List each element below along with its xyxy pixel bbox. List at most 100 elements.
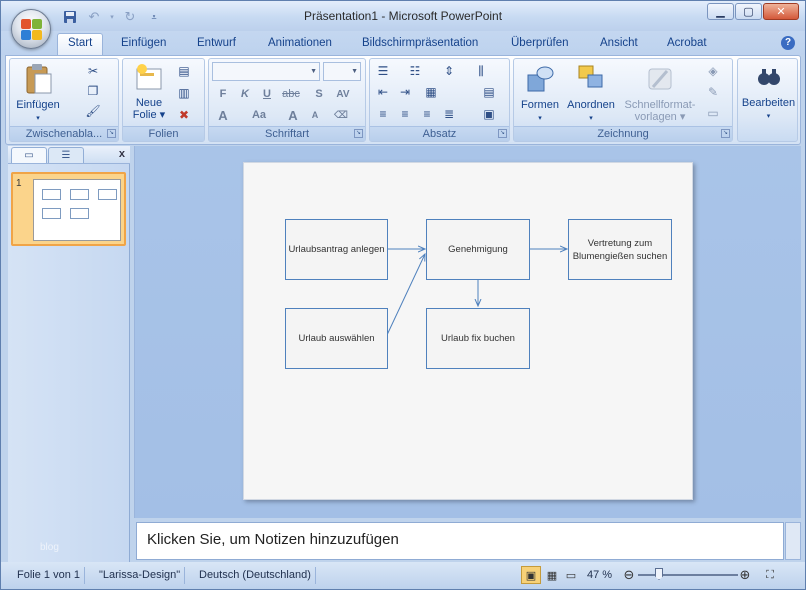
box-urlaub-buchen[interactable]: Urlaub fix buchen <box>426 308 530 369</box>
binoculars-icon <box>754 63 784 93</box>
tab-bildschirmpraesentation[interactable]: Bildschirmpräsentation <box>362 37 478 49</box>
change-case-button[interactable]: Aa <box>249 106 269 124</box>
shrink-font-button[interactable]: A <box>305 106 325 124</box>
tab-slides[interactable]: ▭ <box>11 147 47 163</box>
ribbon: Einfügen ▾ ✂ ❐ 🖌 Zwischenabla... ↘ Neue … <box>5 55 801 145</box>
align-text-icon[interactable]: ▤ <box>480 84 498 100</box>
shape-outline-icon[interactable]: ✎ <box>704 84 722 100</box>
zoom-level[interactable]: 47 % <box>583 567 616 584</box>
delete-slide-icon[interactable]: ✖ <box>175 107 193 123</box>
editing-button[interactable]: Bearbeiten ▾ <box>740 63 797 123</box>
office-button[interactable] <box>11 9 51 49</box>
font-launcher-icon[interactable]: ↘ <box>354 129 363 138</box>
tab-ansicht[interactable]: Ansicht <box>600 37 638 49</box>
tab-einfuegen[interactable]: Einfügen <box>121 37 166 49</box>
maximize-button[interactable]: ▢ <box>735 3 762 20</box>
slide-thumbnail[interactable] <box>33 179 121 241</box>
zoom-slider[interactable] <box>638 574 738 576</box>
box-genehmigung[interactable]: Genehmigung <box>426 219 530 280</box>
character-spacing-button[interactable]: AV <box>333 85 353 103</box>
grow-font-button[interactable]: A <box>283 106 303 124</box>
arrow-choose-to-approval <box>386 254 425 336</box>
align-right-icon[interactable]: ≡ <box>418 106 436 122</box>
close-button[interactable]: ✕ <box>763 3 799 20</box>
align-center-icon[interactable]: ≡ <box>396 106 414 122</box>
layout-icon[interactable]: ▤ <box>175 63 193 79</box>
vertical-scrollbar[interactable] <box>785 522 801 560</box>
paste-label: Einfügen <box>16 99 60 111</box>
zoom-out-icon[interactable]: ⊖ <box>619 566 639 584</box>
ribbon-tab-row: Start Einfügen Entwurf Animationen Bilds… <box>1 31 805 55</box>
slide-canvas[interactable]: Urlaubsantrag anlegen Genehmigung Vertre… <box>243 162 693 500</box>
window-controls: ▁ ▢ ✕ <box>707 3 799 20</box>
shape-effects-icon[interactable]: ▭ <box>704 105 722 121</box>
theme-name[interactable]: "Larissa-Design" <box>95 567 186 584</box>
help-icon[interactable]: ? <box>781 36 795 50</box>
strikethrough-button[interactable]: abc <box>281 85 301 103</box>
italic-button[interactable]: K <box>235 85 255 103</box>
chevron-down-icon: ▼ <box>310 68 317 75</box>
group-drawing: Formen ▾ Anordnen ▾ Schnellformat- vorla… <box>513 58 733 142</box>
shapes-button[interactable]: Formen ▾ <box>518 63 562 125</box>
fit-to-window-icon[interactable]: ⛶ <box>760 566 780 584</box>
clipboard-icon <box>23 63 53 95</box>
slide-sorter-icon[interactable]: ▦ <box>542 566 562 584</box>
box-urlaubsantrag[interactable]: Urlaubsantrag anlegen <box>285 219 388 280</box>
status-bar: Folie 1 von 1 "Larissa-Design" Deutsch (… <box>1 562 805 589</box>
numbering-icon[interactable]: ☷ <box>406 63 424 79</box>
tab-entwurf[interactable]: Entwurf <box>197 37 236 49</box>
increase-indent-icon[interactable]: ⇥ <box>396 84 414 100</box>
font-color-button[interactable]: A <box>213 106 233 124</box>
font-name-combo[interactable]: ▼ <box>212 62 320 81</box>
tab-ueberpruefen[interactable]: Überprüfen <box>511 37 569 49</box>
bullets-icon[interactable]: ☰ <box>374 63 392 79</box>
slide-number: 1 <box>16 178 22 189</box>
drawing-launcher-icon[interactable]: ↘ <box>721 129 730 138</box>
bold-button[interactable]: F <box>213 85 233 103</box>
normal-view-icon[interactable]: ▣ <box>521 566 541 584</box>
shape-fill-icon[interactable]: ◈ <box>704 63 722 79</box>
quick-styles-button[interactable]: Schnellformat- vorlagen ▾ <box>622 63 698 123</box>
minimize-button[interactable]: ▁ <box>707 3 734 20</box>
font-group-label: Schriftart <box>209 126 365 141</box>
font-size-combo[interactable]: ▼ <box>323 62 361 81</box>
box-urlaub-auswaehlen[interactable]: Urlaub auswählen <box>285 308 388 369</box>
paste-button[interactable]: Einfügen ▾ <box>16 63 60 125</box>
slideshow-icon[interactable]: ▭ <box>561 566 581 584</box>
tab-start[interactable]: Start <box>57 33 104 55</box>
paragraph-launcher-icon[interactable]: ↘ <box>498 129 507 138</box>
copy-icon[interactable]: ❐ <box>84 83 102 99</box>
title-bar: ↶ ▾ ↻ ⩡ Präsentation1 - Microsoft PowerP… <box>1 1 805 31</box>
decrease-indent-icon[interactable]: ⇤ <box>374 84 392 100</box>
shadow-button[interactable]: S <box>309 85 329 103</box>
language-indicator[interactable]: Deutsch (Deutschland) <box>195 567 316 584</box>
box-vertretung[interactable]: Vertretung zum Blumengießen suchen <box>568 219 672 280</box>
columns-icon[interactable]: ⫼ <box>472 63 490 79</box>
pane-close-icon[interactable]: x <box>119 148 125 160</box>
text-direction-icon[interactable]: ▦ <box>422 84 440 100</box>
align-left-icon[interactable]: ≡ <box>374 106 392 122</box>
clipboard-group-label: Zwischenabla... <box>10 126 118 141</box>
clipboard-launcher-icon[interactable]: ↘ <box>107 129 116 138</box>
format-painter-icon[interactable]: 🖌 <box>84 103 102 119</box>
tab-acrobat[interactable]: Acrobat <box>667 37 707 49</box>
zoom-slider-handle[interactable] <box>655 568 663 580</box>
clear-formatting-icon[interactable]: ⌫ <box>331 106 351 124</box>
smartart-icon[interactable]: ▣ <box>480 106 498 122</box>
group-font: ▼ ▼ F K U abc S AV A Aa A A ⌫ Schriftart… <box>208 58 366 142</box>
line-spacing-icon[interactable]: ⇕ <box>440 63 458 79</box>
tab-outline[interactable]: ☰ <box>48 147 84 163</box>
reset-icon[interactable]: ▥ <box>175 85 193 101</box>
chevron-down-icon: ▼ <box>351 68 358 75</box>
zoom-in-icon[interactable]: ⊕ <box>735 566 755 584</box>
cut-icon[interactable]: ✂ <box>84 63 102 79</box>
notes-pane[interactable]: Klicken Sie, um Notizen hinzuzufügen <box>136 522 784 560</box>
justify-icon[interactable]: ≣ <box>440 106 458 122</box>
underline-button[interactable]: U <box>257 85 277 103</box>
arrange-button[interactable]: Anordnen ▾ <box>564 63 618 125</box>
thumb-box <box>98 189 117 200</box>
new-slide-button[interactable]: Neue Folie ▾ <box>127 63 171 121</box>
tab-animationen[interactable]: Animationen <box>268 37 332 49</box>
thumb-box <box>42 208 61 219</box>
slide-thumbnail-selected[interactable]: 1 <box>11 172 126 246</box>
